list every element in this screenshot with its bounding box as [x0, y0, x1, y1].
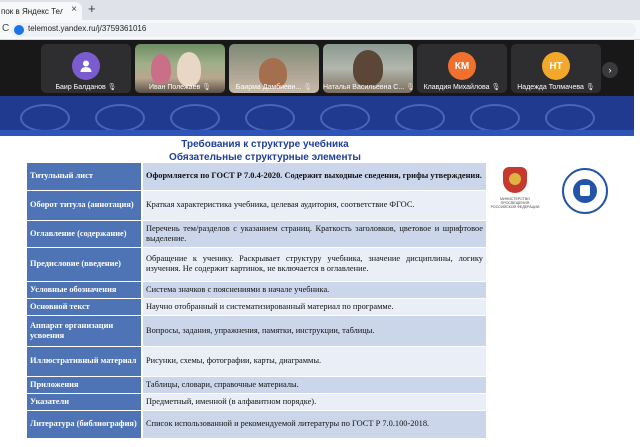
participant-tile[interactable]: Иван Полежаев 🎙	[135, 44, 225, 93]
mic-muted-icon: 🎙	[406, 84, 413, 91]
site-info-icon[interactable]	[14, 25, 24, 35]
participants-strip: Баир Балданов 🎙 Иван Полежаев 🎙 Баирма Д…	[0, 40, 640, 96]
ornament-shape	[245, 104, 295, 132]
table-row: Указатели Предметный, именной (в алфавит…	[27, 393, 486, 411]
table-row: Предисловие (введение) Обращение к учени…	[27, 247, 486, 282]
table-row: Иллюстративный материал Рисунки, схемы, …	[27, 346, 486, 377]
mic-muted-icon: 🎙	[585, 84, 595, 91]
row-term: Указатели	[27, 393, 143, 411]
participant-name: Иван Полежаев 🎙	[148, 84, 212, 91]
participant-initials: НТ	[542, 52, 570, 80]
institute-logo	[562, 168, 608, 214]
table-row: Основной текст Научно отобранный и систе…	[27, 298, 486, 316]
row-term: Аппарат организации усвоения	[27, 315, 143, 347]
url-field[interactable]: telemost.yandex.ru/j/3759361016	[11, 23, 636, 37]
participant-name: Наталья Васильевна С... 🎙	[323, 83, 413, 91]
participant-name: Надежда Толмачева 🎙	[517, 84, 595, 91]
row-term: Приложения	[27, 376, 143, 394]
participant-initials: КМ	[448, 52, 476, 80]
mic-muted-icon: 🎙	[202, 84, 212, 91]
row-term: Литература (библиография)	[27, 410, 143, 439]
row-description: Список использованной и рекомендуемой ли…	[142, 410, 486, 439]
table-row: Оглавление (содержание) Перечень тем/раз…	[27, 220, 486, 248]
tab-title: пок в Яндекс Телемост	[1, 6, 63, 16]
ornament-shape	[95, 104, 145, 132]
table-row: Оборот титула (аннотация) Краткая характ…	[27, 190, 486, 221]
row-description: Оформляется по ГОСТ Р 7.0.4-2020. Содерж…	[142, 163, 486, 191]
reload-icon[interactable]: C	[2, 23, 9, 34]
slide-header-ornament	[0, 96, 634, 136]
participant-tile[interactable]: НТ Надежда Толмачева 🎙	[511, 44, 601, 93]
ornament-shape	[470, 104, 520, 132]
row-description: Обращение к ученику. Раскрывает структур…	[142, 247, 486, 282]
video-person	[151, 54, 171, 84]
ornament-shape	[320, 104, 370, 132]
row-description: Рисунки, схемы, фотографии, карты, диагр…	[142, 346, 486, 377]
browser-tab-bar: пок в Яндекс Телемост × +	[0, 0, 640, 20]
video-person	[177, 52, 201, 86]
user-avatar-icon	[72, 52, 100, 80]
address-bar: C telemost.yandex.ru/j/3759361016	[0, 20, 640, 40]
strip-next-button[interactable]: ›	[602, 62, 618, 78]
url-text: telemost.yandex.ru/j/3759361016	[28, 24, 147, 33]
requirements-table: Титульный лист Оформляется по ГОСТ Р 7.0…	[27, 163, 486, 439]
slide-subtitle: Обязательные структурные элементы	[169, 152, 361, 163]
row-description: Таблицы, словари, справочные материалы.	[142, 376, 486, 394]
participant-tile[interactable]: КМ Клавдия Михайлова 🎙	[417, 44, 507, 93]
video-person	[353, 50, 383, 86]
row-description: Вопросы, задания, упражнения, памятки, и…	[142, 315, 486, 347]
row-description: Предметный, именной (в алфавитном порядк…	[142, 393, 486, 411]
ornament-shape	[395, 104, 445, 132]
participant-tile[interactable]: Баирма Дамбиевн... 🎙	[229, 44, 319, 93]
mic-muted-icon: 🎙	[107, 84, 117, 91]
mic-muted-icon: 🎙	[303, 84, 313, 91]
table-row: Литература (библиография) Список использ…	[27, 410, 486, 439]
ornament-shape	[170, 104, 220, 132]
ministry-logo: Министерство просвещения Российской Феде…	[491, 165, 539, 213]
row-description: Научно отобранный и систематизированный …	[142, 298, 486, 316]
browser-tab[interactable]: пок в Яндекс Телемост ×	[0, 2, 82, 20]
table-row: Титульный лист Оформляется по ГОСТ Р 7.0…	[27, 163, 486, 191]
row-term: Условные обозначения	[27, 281, 143, 299]
table-row: Условные обозначения Система значков с п…	[27, 281, 486, 299]
institute-emblem-icon	[573, 179, 597, 203]
table-row: Приложения Таблицы, словари, справочные …	[27, 376, 486, 394]
ornament-shape	[545, 104, 595, 132]
row-term: Основной текст	[27, 298, 143, 316]
row-term: Предисловие (введение)	[27, 247, 143, 282]
participant-name: Клавдия Михайлова 🎙	[423, 84, 501, 91]
close-tab-icon[interactable]: ×	[71, 4, 77, 15]
row-description: Система значков с пояснениями в начале у…	[142, 281, 486, 299]
row-term: Оборот титула (аннотация)	[27, 190, 143, 221]
ornament-shape	[20, 104, 70, 132]
row-description: Краткая характеристика учебника, целевая…	[142, 190, 486, 221]
participant-name: Баирма Дамбиевн... 🎙	[235, 84, 313, 91]
slide-title: Требования к структуре учебника	[181, 139, 349, 150]
row-term: Оглавление (содержание)	[27, 220, 143, 248]
row-description: Перечень тем/разделов с указанием страни…	[142, 220, 486, 248]
window-edge	[634, 40, 640, 447]
new-tab-button[interactable]: +	[88, 1, 96, 16]
row-term: Иллюстративный материал	[27, 346, 143, 377]
participant-tile[interactable]: Наталья Васильевна С... 🎙	[323, 44, 413, 93]
row-term: Титульный лист	[27, 163, 143, 191]
mic-muted-icon: 🎙	[491, 84, 501, 91]
table-row: Аппарат организации усвоения Вопросы, за…	[27, 315, 486, 347]
participant-name: Баир Балданов 🎙	[55, 84, 117, 91]
ministry-emblem-icon	[503, 167, 527, 193]
ministry-caption: Министерство просвещения Российской Феде…	[490, 197, 540, 210]
participant-tile[interactable]: Баир Балданов 🎙	[41, 44, 131, 93]
